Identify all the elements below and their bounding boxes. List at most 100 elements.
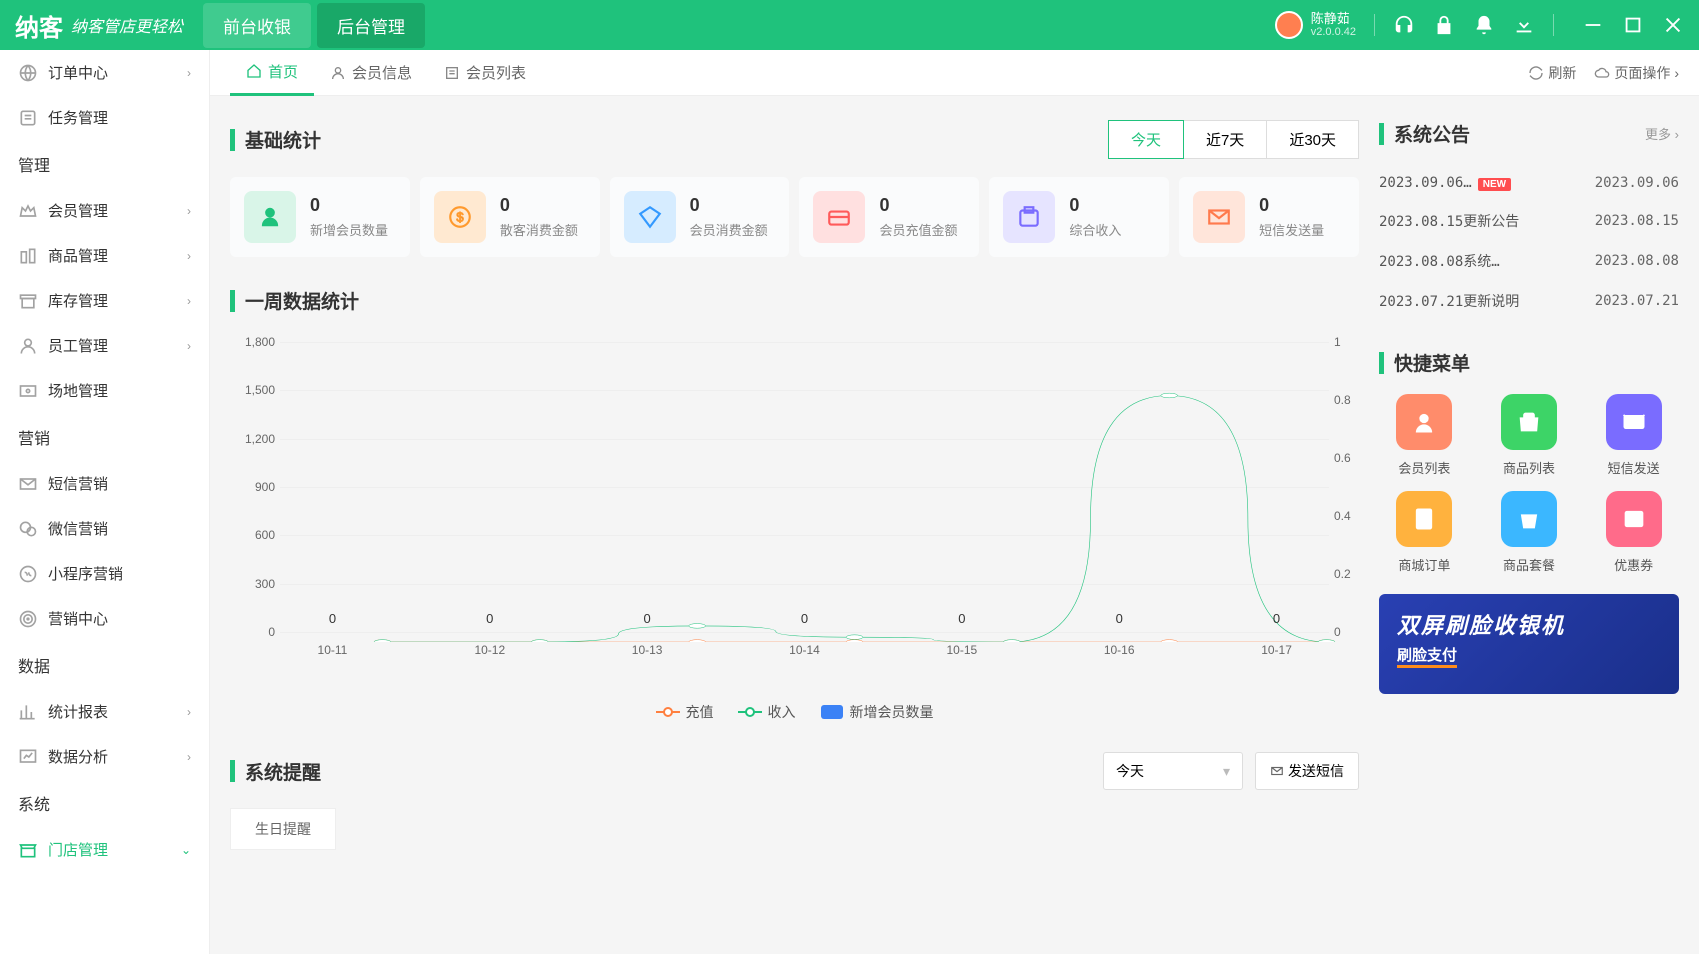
tab-member-info[interactable]: 会员信息: [314, 50, 428, 96]
lock-icon[interactable]: [1433, 14, 1455, 36]
legend-income[interactable]: 收入: [738, 702, 796, 722]
stat-value: 0: [500, 195, 578, 216]
legend-newmember[interactable]: 新增会员数量: [820, 702, 934, 722]
header-right: 陈静茹 v2.0.0.42: [1275, 11, 1684, 40]
point-label: 0: [1116, 611, 1123, 626]
reminder-tab-birthday[interactable]: 生日提醒: [230, 808, 336, 850]
reminder-select[interactable]: 今天 ▾: [1103, 752, 1243, 790]
stats-panel-head: 基础统计 今天 近7天 近30天: [230, 120, 1359, 159]
stat-label: 综合收入: [1069, 220, 1121, 239]
nav-cashier[interactable]: 前台收银: [203, 3, 311, 48]
sidebar-item-tasks[interactable]: 任务管理: [0, 95, 209, 140]
user-name: 陈静茹: [1311, 11, 1356, 27]
content-area: 基础统计 今天 近7天 近30天 0新增会员数量$0散客消费金额0会员消费金额0…: [210, 96, 1699, 954]
headset-icon[interactable]: [1393, 14, 1415, 36]
sidebar-item-stock[interactable]: 库存管理›: [0, 278, 209, 323]
tab-home[interactable]: 首页: [230, 50, 314, 96]
download-icon[interactable]: [1513, 14, 1535, 36]
stat-icon: [257, 204, 283, 230]
quick-head: 快捷菜单: [1379, 349, 1679, 376]
x-axis-label: 10-15: [946, 643, 977, 657]
y-axis-label: 1,800: [230, 335, 275, 349]
ad-banner[interactable]: 双屏刷脸收银机 刷脸支付: [1379, 594, 1679, 694]
point-label: 0: [801, 611, 808, 626]
slogan: 纳客管店更轻松: [71, 13, 183, 37]
y-axis-label-right: 0.4: [1334, 509, 1359, 523]
notice-item[interactable]: 2023.09.06…NEW2023.09.06: [1379, 165, 1679, 201]
notice-item[interactable]: 2023.08.08系统…2023.08.08: [1379, 241, 1679, 281]
stat-card[interactable]: 0 综合收入: [989, 177, 1169, 257]
filter-30d[interactable]: 近30天: [1266, 120, 1359, 159]
chevron-right-icon: ›: [187, 750, 191, 764]
quick-item[interactable]: 短信发送: [1588, 394, 1679, 477]
home-icon: [246, 63, 262, 79]
maximize-icon[interactable]: [1622, 14, 1644, 36]
chevron-right-icon: ›: [1674, 65, 1679, 81]
y-axis-label: 600: [230, 528, 275, 542]
crown-icon: [18, 201, 38, 221]
quick-item[interactable]: 会员列表: [1379, 394, 1470, 477]
nav-backend[interactable]: 后台管理: [317, 3, 425, 48]
time-filter: 今天 近7天 近30天: [1109, 120, 1359, 159]
quick-item[interactable]: 商品套餐: [1484, 491, 1575, 574]
quick-item[interactable]: 商城订单: [1379, 491, 1470, 574]
stat-label: 会员充值金额: [879, 220, 957, 239]
close-icon[interactable]: [1662, 14, 1684, 36]
quick-label: 短信发送: [1588, 458, 1679, 477]
sidebar-item-analytics[interactable]: 数据分析›: [0, 734, 209, 779]
stat-card[interactable]: 0短信发送量: [1179, 177, 1359, 257]
chevron-right-icon: ›: [187, 339, 191, 353]
stat-value: 0: [1069, 195, 1121, 216]
chevron-right-icon: ›: [187, 204, 191, 218]
point-label: 0: [644, 611, 651, 626]
stat-card[interactable]: 0会员充值金额: [799, 177, 979, 257]
sidebar-item-staff[interactable]: 员工管理›: [0, 323, 209, 368]
filter-7d[interactable]: 近7天: [1183, 120, 1267, 159]
send-sms-button[interactable]: 发送短信: [1255, 752, 1359, 790]
stat-card[interactable]: 0新增会员数量: [230, 177, 410, 257]
refresh-button[interactable]: 刷新: [1528, 63, 1576, 83]
x-axis-label: 10-14: [789, 643, 820, 657]
quick-item[interactable]: 优惠券: [1588, 491, 1679, 574]
sidebar-item-products[interactable]: 商品管理›: [0, 233, 209, 278]
sidebar-item-members[interactable]: 会员管理›: [0, 188, 209, 233]
stat-value: 0: [690, 195, 768, 216]
tab-member-list[interactable]: 会员列表: [428, 50, 542, 96]
notices-head: 系统公告 更多 ›: [1379, 120, 1679, 147]
chevron-right-icon: ›: [187, 249, 191, 263]
user-area[interactable]: 陈静茹 v2.0.0.42: [1275, 11, 1356, 40]
notice-item[interactable]: 2023.07.21更新说明2023.07.21: [1379, 281, 1679, 321]
filter-today[interactable]: 今天: [1108, 120, 1184, 159]
sidebar-item-store[interactable]: 门店管理⌄: [0, 827, 209, 872]
y-axis-label-right: 0.2: [1334, 567, 1359, 581]
sidebar-item-sms[interactable]: 短信营销: [0, 461, 209, 506]
box-icon: [18, 246, 38, 266]
y-axis-label-right: 0: [1334, 625, 1359, 639]
legend-recharge[interactable]: 充值: [656, 702, 714, 722]
archive-icon: [18, 291, 38, 311]
quick-icon: [1620, 505, 1648, 533]
stat-label: 短信发送量: [1259, 220, 1324, 239]
stat-value: 0: [310, 195, 388, 216]
quick-item[interactable]: 商品列表: [1484, 394, 1575, 477]
page-ops-button[interactable]: 页面操作 ›: [1594, 63, 1679, 83]
wechat-icon: [18, 519, 38, 539]
logo: 纳客: [15, 8, 63, 43]
y-axis-label: 900: [230, 480, 275, 494]
sidebar-item-reports[interactable]: 统计报表›: [0, 689, 209, 734]
miniapp-icon: [18, 564, 38, 584]
stat-card[interactable]: $0散客消费金额: [420, 177, 600, 257]
sidebar-item-venue[interactable]: 场地管理: [0, 368, 209, 413]
notices-more[interactable]: 更多 ›: [1645, 124, 1679, 143]
stat-card[interactable]: 0会员消费金额: [610, 177, 790, 257]
sidebar-item-miniapp[interactable]: 小程序营销: [0, 551, 209, 596]
quick-label: 商品列表: [1484, 458, 1575, 477]
chevron-right-icon: ›: [187, 705, 191, 719]
bell-icon[interactable]: [1473, 14, 1495, 36]
sidebar-item-orders[interactable]: 订单中心›: [0, 50, 209, 95]
svg-text:$: $: [456, 209, 464, 224]
notice-item[interactable]: 2023.08.15更新公告2023.08.15: [1379, 201, 1679, 241]
minimize-icon[interactable]: [1582, 14, 1604, 36]
sidebar-item-marketing-center[interactable]: 营销中心: [0, 596, 209, 641]
sidebar-item-wechat[interactable]: 微信营销: [0, 506, 209, 551]
